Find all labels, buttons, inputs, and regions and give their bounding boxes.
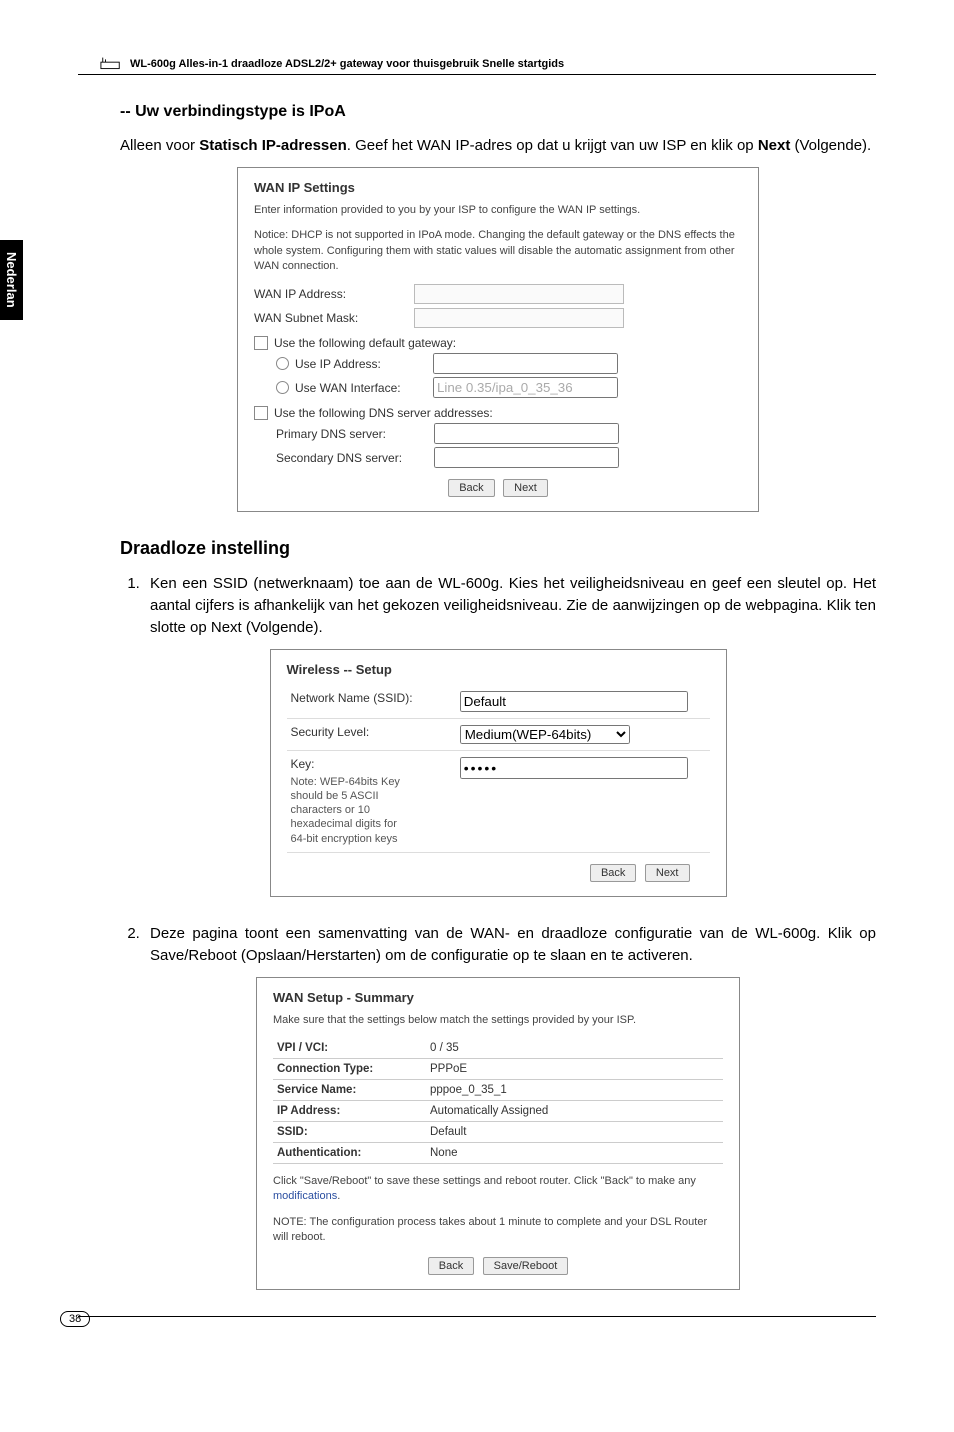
panel-desc: Make sure that the settings below match … bbox=[273, 1013, 723, 1028]
ssid-label: Network Name (SSID): bbox=[287, 685, 456, 719]
summary-table: VPI / VCI:0 / 35 Connection Type:PPPoE S… bbox=[273, 1038, 723, 1164]
modifications-link[interactable]: modifications bbox=[273, 1190, 337, 1202]
text-bold: Next bbox=[758, 137, 791, 154]
step-2: Deze pagina toont een samenvatting van d… bbox=[144, 923, 876, 967]
primary-dns-input[interactable] bbox=[434, 423, 619, 444]
text: Ken een bbox=[150, 575, 213, 592]
text-bold: Statisch IP-adressen bbox=[199, 137, 347, 154]
wireless-section-heading: Draadloze instelling bbox=[120, 538, 876, 559]
text: (Opslaan/Herstarten) om de configuratie … bbox=[237, 947, 693, 964]
text: . Geef het WAN IP-adres op dat u krijgt … bbox=[347, 137, 758, 154]
step-1: Ken een SSID (netwerknaam) toe aan de WL… bbox=[144, 573, 876, 638]
key-note: Note: WEP-64bits Key should be 5 ASCII c… bbox=[291, 775, 401, 846]
use-if-radio[interactable] bbox=[276, 381, 289, 394]
note-1: Click "Save/Reboot" to save these settin… bbox=[273, 1174, 723, 1205]
table-key: Connection Type: bbox=[273, 1058, 426, 1079]
wan-ip-settings-screenshot: WAN IP Settings Enter information provid… bbox=[237, 167, 759, 513]
panel-desc: Enter information provided to you by you… bbox=[254, 203, 742, 218]
save-reboot-button[interactable]: Save/Reboot bbox=[483, 1257, 569, 1275]
text: (Volgende). bbox=[242, 619, 323, 636]
text-bold: SSID bbox=[213, 575, 248, 592]
back-button[interactable]: Back bbox=[428, 1257, 474, 1275]
dns-checkbox[interactable] bbox=[254, 406, 268, 420]
page-number: 38 bbox=[60, 1311, 90, 1327]
wan-subnet-input[interactable] bbox=[414, 308, 624, 328]
note-2: NOTE: The configuration process takes ab… bbox=[273, 1215, 723, 1246]
gateway-checkbox[interactable] bbox=[254, 336, 268, 350]
panel-title: WAN IP Settings bbox=[254, 180, 742, 195]
back-button[interactable]: Back bbox=[448, 479, 494, 497]
table-key: IP Address: bbox=[273, 1100, 426, 1121]
use-if-label: Use WAN Interface: bbox=[295, 381, 433, 395]
dns-checkbox-label: Use the following DNS server addresses: bbox=[274, 406, 493, 420]
key-input[interactable] bbox=[460, 757, 688, 779]
secondary-dns-label: Secondary DNS server: bbox=[276, 451, 434, 465]
language-tab: Nederlan bbox=[0, 240, 23, 320]
table-key: SSID: bbox=[273, 1121, 426, 1142]
footer-rule bbox=[78, 1316, 876, 1317]
back-button[interactable]: Back bbox=[590, 864, 636, 882]
table-key: Service Name: bbox=[273, 1079, 426, 1100]
secondary-dns-input[interactable] bbox=[434, 447, 619, 468]
table-key: VPI / VCI: bbox=[273, 1038, 426, 1059]
header-title: WL-600g Alles-in-1 draadloze ADSL2/2+ ga… bbox=[130, 58, 564, 70]
ipoa-heading: -- Uw verbindingstype is IPoA bbox=[120, 103, 876, 121]
table-val: pppoe_0_35_1 bbox=[426, 1079, 723, 1100]
table-key: Authentication: bbox=[273, 1142, 426, 1163]
text-bold: Next bbox=[211, 619, 242, 636]
table-val: Automatically Assigned bbox=[426, 1100, 723, 1121]
wan-subnet-label: WAN Subnet Mask: bbox=[254, 311, 414, 325]
text: Alleen voor bbox=[120, 137, 199, 154]
use-ip-radio[interactable] bbox=[276, 357, 289, 370]
text: Deze pagina toont een samenvatting van d… bbox=[150, 925, 876, 942]
table-val: None bbox=[426, 1142, 723, 1163]
ipoa-paragraph: Alleen voor Statisch IP-adressen. Geef h… bbox=[120, 135, 876, 157]
header-bar: WL-600g Alles-in-1 draadloze ADSL2/2+ ga… bbox=[78, 56, 876, 75]
router-icon bbox=[100, 56, 122, 72]
next-button[interactable]: Next bbox=[645, 864, 690, 882]
text: Click "Save/Reboot" to save these settin… bbox=[273, 1175, 696, 1187]
wan-summary-screenshot: WAN Setup - Summary Make sure that the s… bbox=[256, 977, 740, 1290]
table-val: 0 / 35 bbox=[426, 1038, 723, 1059]
text: (Volgende). bbox=[790, 137, 871, 154]
panel-notice: Notice: DHCP is not supported in IPoA mo… bbox=[254, 228, 742, 274]
security-select[interactable]: Medium(WEP-64bits) bbox=[460, 725, 630, 744]
ssid-input[interactable] bbox=[460, 691, 688, 712]
use-ip-label: Use IP Address: bbox=[295, 357, 433, 371]
gateway-checkbox-label: Use the following default gateway: bbox=[274, 336, 456, 350]
text-bold: Save/Reboot bbox=[150, 947, 237, 964]
next-button[interactable]: Next bbox=[503, 479, 548, 497]
table-val: Default bbox=[426, 1121, 723, 1142]
panel-title: WAN Setup - Summary bbox=[273, 990, 723, 1005]
use-if-input[interactable] bbox=[433, 377, 618, 398]
use-ip-input[interactable] bbox=[433, 353, 618, 374]
text: . bbox=[337, 1190, 340, 1202]
primary-dns-label: Primary DNS server: bbox=[276, 427, 434, 441]
wireless-setup-screenshot: Wireless -- Setup Network Name (SSID): S… bbox=[270, 649, 727, 897]
wan-ip-input[interactable] bbox=[414, 284, 624, 304]
wan-ip-label: WAN IP Address: bbox=[254, 287, 414, 301]
key-label: Key: bbox=[291, 757, 452, 771]
table-val: PPPoE bbox=[426, 1058, 723, 1079]
panel-title: Wireless -- Setup bbox=[287, 662, 710, 677]
security-label: Security Level: bbox=[287, 718, 456, 750]
